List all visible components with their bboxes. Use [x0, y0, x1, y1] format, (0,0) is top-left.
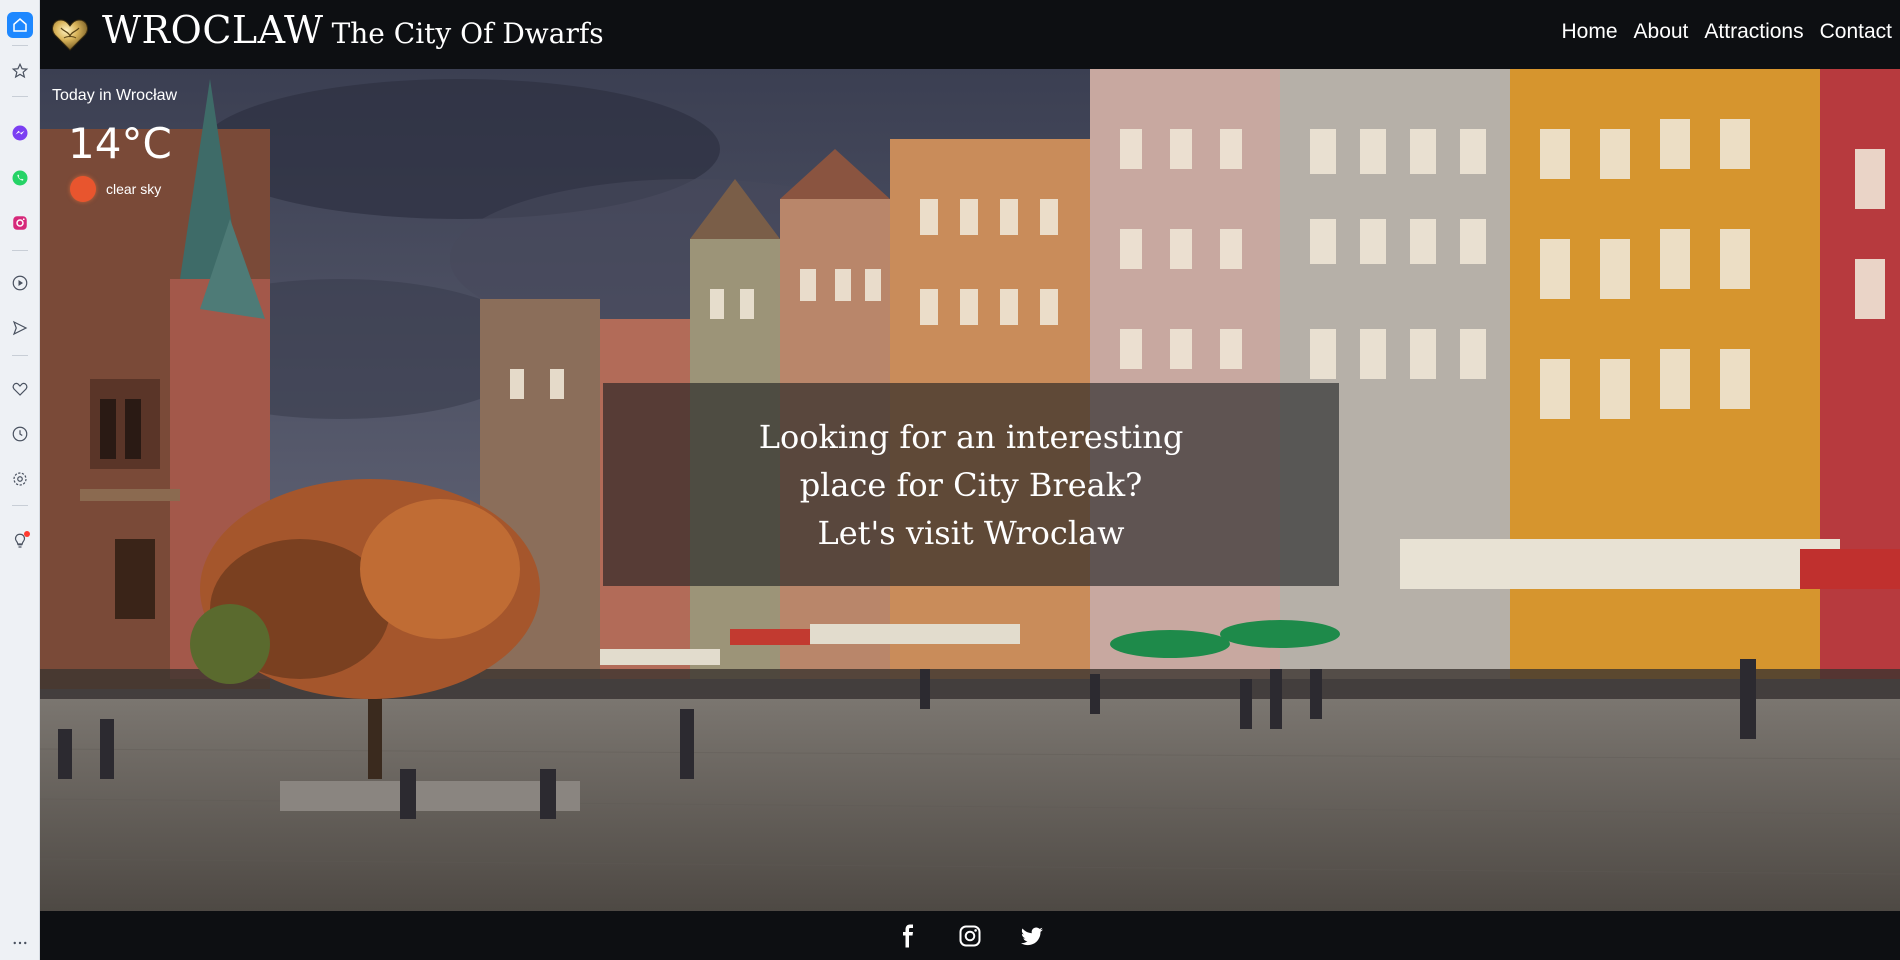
history-icon[interactable] [7, 421, 33, 447]
nav-about[interactable]: About [1626, 20, 1697, 44]
nav-home[interactable]: Home [1553, 20, 1625, 44]
lightbulb-icon[interactable] [7, 528, 33, 554]
heart-logo-icon[interactable] [50, 14, 90, 54]
bookmark-icon[interactable] [7, 58, 33, 84]
footer [40, 911, 1900, 960]
hero-line-1: Looking for an interesting [758, 417, 1184, 456]
sun-icon [70, 176, 96, 202]
nav-contact[interactable]: Contact [1812, 20, 1900, 44]
play-icon[interactable] [7, 270, 33, 296]
weather-widget: Today in Wrocław 14°C clear sky [52, 87, 177, 202]
notification-dot [24, 531, 30, 537]
hero-section: Today in Wrocław 14°C clear sky Looking … [40, 69, 1900, 911]
settings-icon[interactable] [7, 466, 33, 492]
sidebar-divider [12, 355, 28, 356]
weather-temperature: 14°C [68, 119, 172, 168]
nav-links: Home About Attractions Contact [1553, 20, 1900, 44]
messenger-icon[interactable] [7, 120, 33, 146]
browser-sidebar [0, 0, 40, 960]
weather-condition: clear sky [70, 176, 177, 202]
sidebar-divider [12, 250, 28, 251]
whatsapp-icon[interactable] [7, 165, 33, 191]
instagram-icon[interactable] [7, 210, 33, 236]
send-icon[interactable] [7, 315, 33, 341]
sidebar-divider [12, 505, 28, 506]
sidebar-divider [12, 96, 28, 97]
nav-attractions[interactable]: Attractions [1696, 20, 1811, 44]
home-icon[interactable] [7, 12, 33, 38]
hero-callout: Looking for an interesting place for Cit… [603, 383, 1339, 586]
weather-description: clear sky [106, 181, 162, 197]
hero-line-2: place for City Break? [799, 465, 1143, 504]
hero-line-3: Let's visit Wroclaw [817, 513, 1125, 552]
page: WROCLAW The City Of Dwarfs Home About Att… [40, 0, 1900, 960]
instagram-icon[interactable] [956, 922, 984, 950]
brand[interactable]: WROCLAW The City Of Dwarfs [102, 8, 604, 52]
brand-name: WROCLAW [102, 8, 324, 52]
weather-title: Today in Wrocław [52, 87, 178, 104]
twitter-icon[interactable] [1018, 922, 1046, 950]
heart-icon[interactable] [7, 376, 33, 402]
facebook-icon[interactable] [894, 922, 922, 950]
brand-tagline: The City Of Dwarfs [331, 17, 604, 50]
more-icon[interactable] [7, 930, 33, 956]
top-navbar: WROCLAW The City Of Dwarfs Home About Att… [40, 0, 1900, 69]
sidebar-divider [12, 45, 28, 46]
